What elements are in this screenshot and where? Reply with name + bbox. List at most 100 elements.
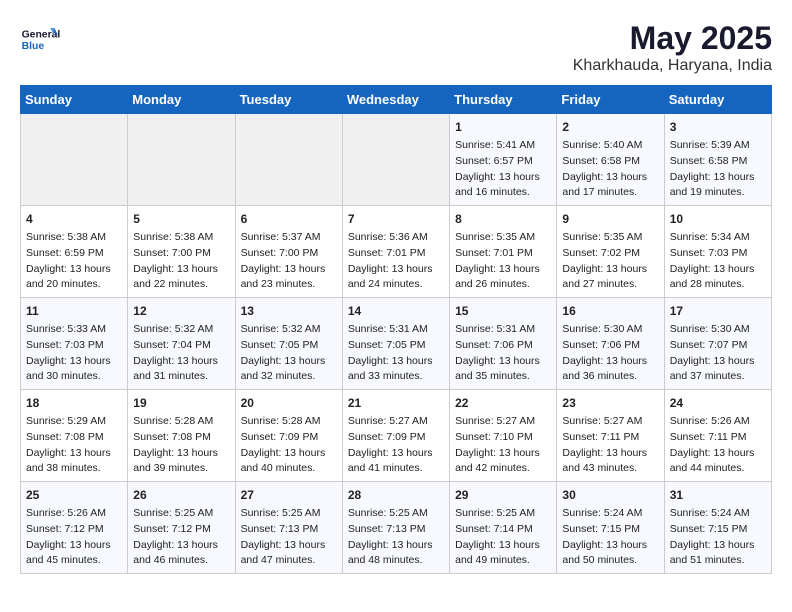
day-cell-20: 20Sunrise: 5:28 AM Sunset: 7:09 PM Dayli… — [235, 390, 342, 482]
day-info: Sunrise: 5:38 AM Sunset: 7:00 PM Dayligh… — [133, 230, 229, 293]
day-info: Sunrise: 5:25 AM Sunset: 7:13 PM Dayligh… — [241, 506, 337, 569]
day-info: Sunrise: 5:28 AM Sunset: 7:09 PM Dayligh… — [241, 414, 337, 477]
day-cell-14: 14 Sunrise: 5:31 AM Sunset: 7:05 PM Dayli… — [342, 298, 449, 390]
empty-cell — [21, 114, 128, 206]
day-info: Sunrise: 5:32 AM Sunset: 7:05 PM Dayligh… — [241, 322, 337, 385]
day-number: 2 — [562, 118, 658, 136]
day-cell-10: 10Sunrise: 5:34 AM Sunset: 7:03 PM Dayli… — [664, 206, 771, 298]
day-number: 22 — [455, 394, 551, 412]
day-number: 26 — [133, 486, 229, 504]
day-header-wednesday: Wednesday — [342, 86, 449, 114]
day-number: 18 — [26, 394, 122, 412]
day-cell-25: 25 Sunrise: 5:26 AM Sunset: 7:12 PM Dayli… — [21, 482, 128, 574]
day-info: Sunrise: 5:26 AM Sunset: 7:12 PM Dayligh… — [26, 506, 122, 569]
day-number: 29 — [455, 486, 551, 504]
day-number: 31 — [670, 486, 766, 504]
month-title: May 2025 — [573, 20, 772, 57]
day-info: Sunrise: 5:25 AM Sunset: 7:12 PM Dayligh… — [133, 506, 229, 569]
empty-cell — [342, 114, 449, 206]
day-number: 14 — [348, 302, 444, 320]
day-number: 9 — [562, 210, 658, 228]
day-info: Sunrise: 5:31 AM Sunset: 7:06 PM Dayligh… — [455, 322, 551, 385]
day-cell-22: 22 Sunrise: 5:27 AM Sunset: 7:10 PM Dayli… — [450, 390, 557, 482]
day-info: Sunrise: 5:40 AM Sunset: 6:58 PM Dayligh… — [562, 138, 658, 201]
day-cell-15: 15 Sunrise: 5:31 AM Sunset: 7:06 PM Dayli… — [450, 298, 557, 390]
day-number: 13 — [241, 302, 337, 320]
day-info: Sunrise: 5:28 AM Sunset: 7:08 PM Dayligh… — [133, 414, 229, 477]
day-info: Sunrise: 5:27 AM Sunset: 7:11 PM Dayligh… — [562, 414, 658, 477]
week-row-1: 1 Sunrise: 5:41 AM Sunset: 6:57 PM Daylig… — [21, 114, 772, 206]
day-cell-18: 18 Sunrise: 5:29 AM Sunset: 7:08 PM Dayli… — [21, 390, 128, 482]
day-cell-26: 26 Sunrise: 5:25 AM Sunset: 7:12 PM Dayli… — [128, 482, 235, 574]
day-cell-3: 3 Sunrise: 5:39 AM Sunset: 6:58 PM Daylig… — [664, 114, 771, 206]
day-cell-21: 21Sunrise: 5:27 AM Sunset: 7:09 PM Dayli… — [342, 390, 449, 482]
day-info: Sunrise: 5:34 AM Sunset: 7:03 PM Dayligh… — [670, 230, 766, 293]
day-info: Sunrise: 5:39 AM Sunset: 6:58 PM Dayligh… — [670, 138, 766, 201]
week-row-5: 25 Sunrise: 5:26 AM Sunset: 7:12 PM Dayli… — [21, 482, 772, 574]
day-header-saturday: Saturday — [664, 86, 771, 114]
day-number: 12 — [133, 302, 229, 320]
day-number: 19 — [133, 394, 229, 412]
day-number: 30 — [562, 486, 658, 504]
day-info: Sunrise: 5:35 AM Sunset: 7:01 PM Dayligh… — [455, 230, 551, 293]
title-block: May 2025 Kharkhauda, Haryana, India — [573, 20, 772, 75]
logo: General Blue — [20, 20, 64, 60]
day-info: Sunrise: 5:26 AM Sunset: 7:11 PM Dayligh… — [670, 414, 766, 477]
day-info: Sunrise: 5:29 AM Sunset: 7:08 PM Dayligh… — [26, 414, 122, 477]
day-cell-23: 23 Sunrise: 5:27 AM Sunset: 7:11 PM Dayli… — [557, 390, 664, 482]
day-cell-19: 19 Sunrise: 5:28 AM Sunset: 7:08 PM Dayli… — [128, 390, 235, 482]
day-number: 8 — [455, 210, 551, 228]
day-cell-28: 28Sunrise: 5:25 AM Sunset: 7:13 PM Dayli… — [342, 482, 449, 574]
day-cell-7: 7 Sunrise: 5:36 AM Sunset: 7:01 PM Daylig… — [342, 206, 449, 298]
day-cell-2: 2 Sunrise: 5:40 AM Sunset: 6:58 PM Daylig… — [557, 114, 664, 206]
day-number: 23 — [562, 394, 658, 412]
day-cell-31: 31Sunrise: 5:24 AM Sunset: 7:15 PM Dayli… — [664, 482, 771, 574]
day-header-sunday: Sunday — [21, 86, 128, 114]
day-cell-6: 6Sunrise: 5:37 AM Sunset: 7:00 PM Daylig… — [235, 206, 342, 298]
day-cell-12: 12 Sunrise: 5:32 AM Sunset: 7:04 PM Dayli… — [128, 298, 235, 390]
week-row-4: 18 Sunrise: 5:29 AM Sunset: 7:08 PM Dayli… — [21, 390, 772, 482]
day-header-friday: Friday — [557, 86, 664, 114]
day-number: 5 — [133, 210, 229, 228]
day-info: Sunrise: 5:33 AM Sunset: 7:03 PM Dayligh… — [26, 322, 122, 385]
day-info: Sunrise: 5:25 AM Sunset: 7:13 PM Dayligh… — [348, 506, 444, 569]
day-number: 24 — [670, 394, 766, 412]
day-header-monday: Monday — [128, 86, 235, 114]
day-info: Sunrise: 5:27 AM Sunset: 7:09 PM Dayligh… — [348, 414, 444, 477]
day-cell-30: 30 Sunrise: 5:24 AM Sunset: 7:15 PM Dayli… — [557, 482, 664, 574]
header-row: SundayMondayTuesdayWednesdayThursdayFrid… — [21, 86, 772, 114]
day-info: Sunrise: 5:41 AM Sunset: 6:57 PM Dayligh… — [455, 138, 551, 201]
empty-cell — [128, 114, 235, 206]
day-info: Sunrise: 5:38 AM Sunset: 6:59 PM Dayligh… — [26, 230, 122, 293]
day-cell-1: 1 Sunrise: 5:41 AM Sunset: 6:57 PM Daylig… — [450, 114, 557, 206]
day-cell-24: 24 Sunrise: 5:26 AM Sunset: 7:11 PM Dayli… — [664, 390, 771, 482]
week-row-3: 11 Sunrise: 5:33 AM Sunset: 7:03 PM Dayli… — [21, 298, 772, 390]
day-number: 15 — [455, 302, 551, 320]
day-cell-13: 13 Sunrise: 5:32 AM Sunset: 7:05 PM Dayli… — [235, 298, 342, 390]
day-number: 3 — [670, 118, 766, 136]
day-number: 27 — [241, 486, 337, 504]
day-info: Sunrise: 5:32 AM Sunset: 7:04 PM Dayligh… — [133, 322, 229, 385]
day-cell-9: 9 Sunrise: 5:35 AM Sunset: 7:02 PM Daylig… — [557, 206, 664, 298]
day-number: 4 — [26, 210, 122, 228]
day-number: 6 — [241, 210, 337, 228]
day-number: 7 — [348, 210, 444, 228]
day-number: 16 — [562, 302, 658, 320]
day-cell-16: 16Sunrise: 5:30 AM Sunset: 7:06 PM Dayli… — [557, 298, 664, 390]
week-row-2: 4 Sunrise: 5:38 AM Sunset: 6:59 PM Daylig… — [21, 206, 772, 298]
day-info: Sunrise: 5:27 AM Sunset: 7:10 PM Dayligh… — [455, 414, 551, 477]
day-info: Sunrise: 5:24 AM Sunset: 7:15 PM Dayligh… — [562, 506, 658, 569]
day-cell-29: 29Sunrise: 5:25 AM Sunset: 7:14 PM Dayli… — [450, 482, 557, 574]
day-number: 17 — [670, 302, 766, 320]
day-info: Sunrise: 5:36 AM Sunset: 7:01 PM Dayligh… — [348, 230, 444, 293]
day-number: 11 — [26, 302, 122, 320]
location: Kharkhauda, Haryana, India — [573, 57, 772, 75]
day-number: 1 — [455, 118, 551, 136]
day-number: 25 — [26, 486, 122, 504]
day-cell-27: 27 Sunrise: 5:25 AM Sunset: 7:13 PM Dayli… — [235, 482, 342, 574]
day-info: Sunrise: 5:31 AM Sunset: 7:05 PM Dayligh… — [348, 322, 444, 385]
logo-icon: General Blue — [20, 20, 60, 60]
page-header: General Blue May 2025 Kharkhauda, Haryan… — [20, 20, 772, 75]
day-info: Sunrise: 5:35 AM Sunset: 7:02 PM Dayligh… — [562, 230, 658, 293]
day-cell-8: 8 Sunrise: 5:35 AM Sunset: 7:01 PM Daylig… — [450, 206, 557, 298]
